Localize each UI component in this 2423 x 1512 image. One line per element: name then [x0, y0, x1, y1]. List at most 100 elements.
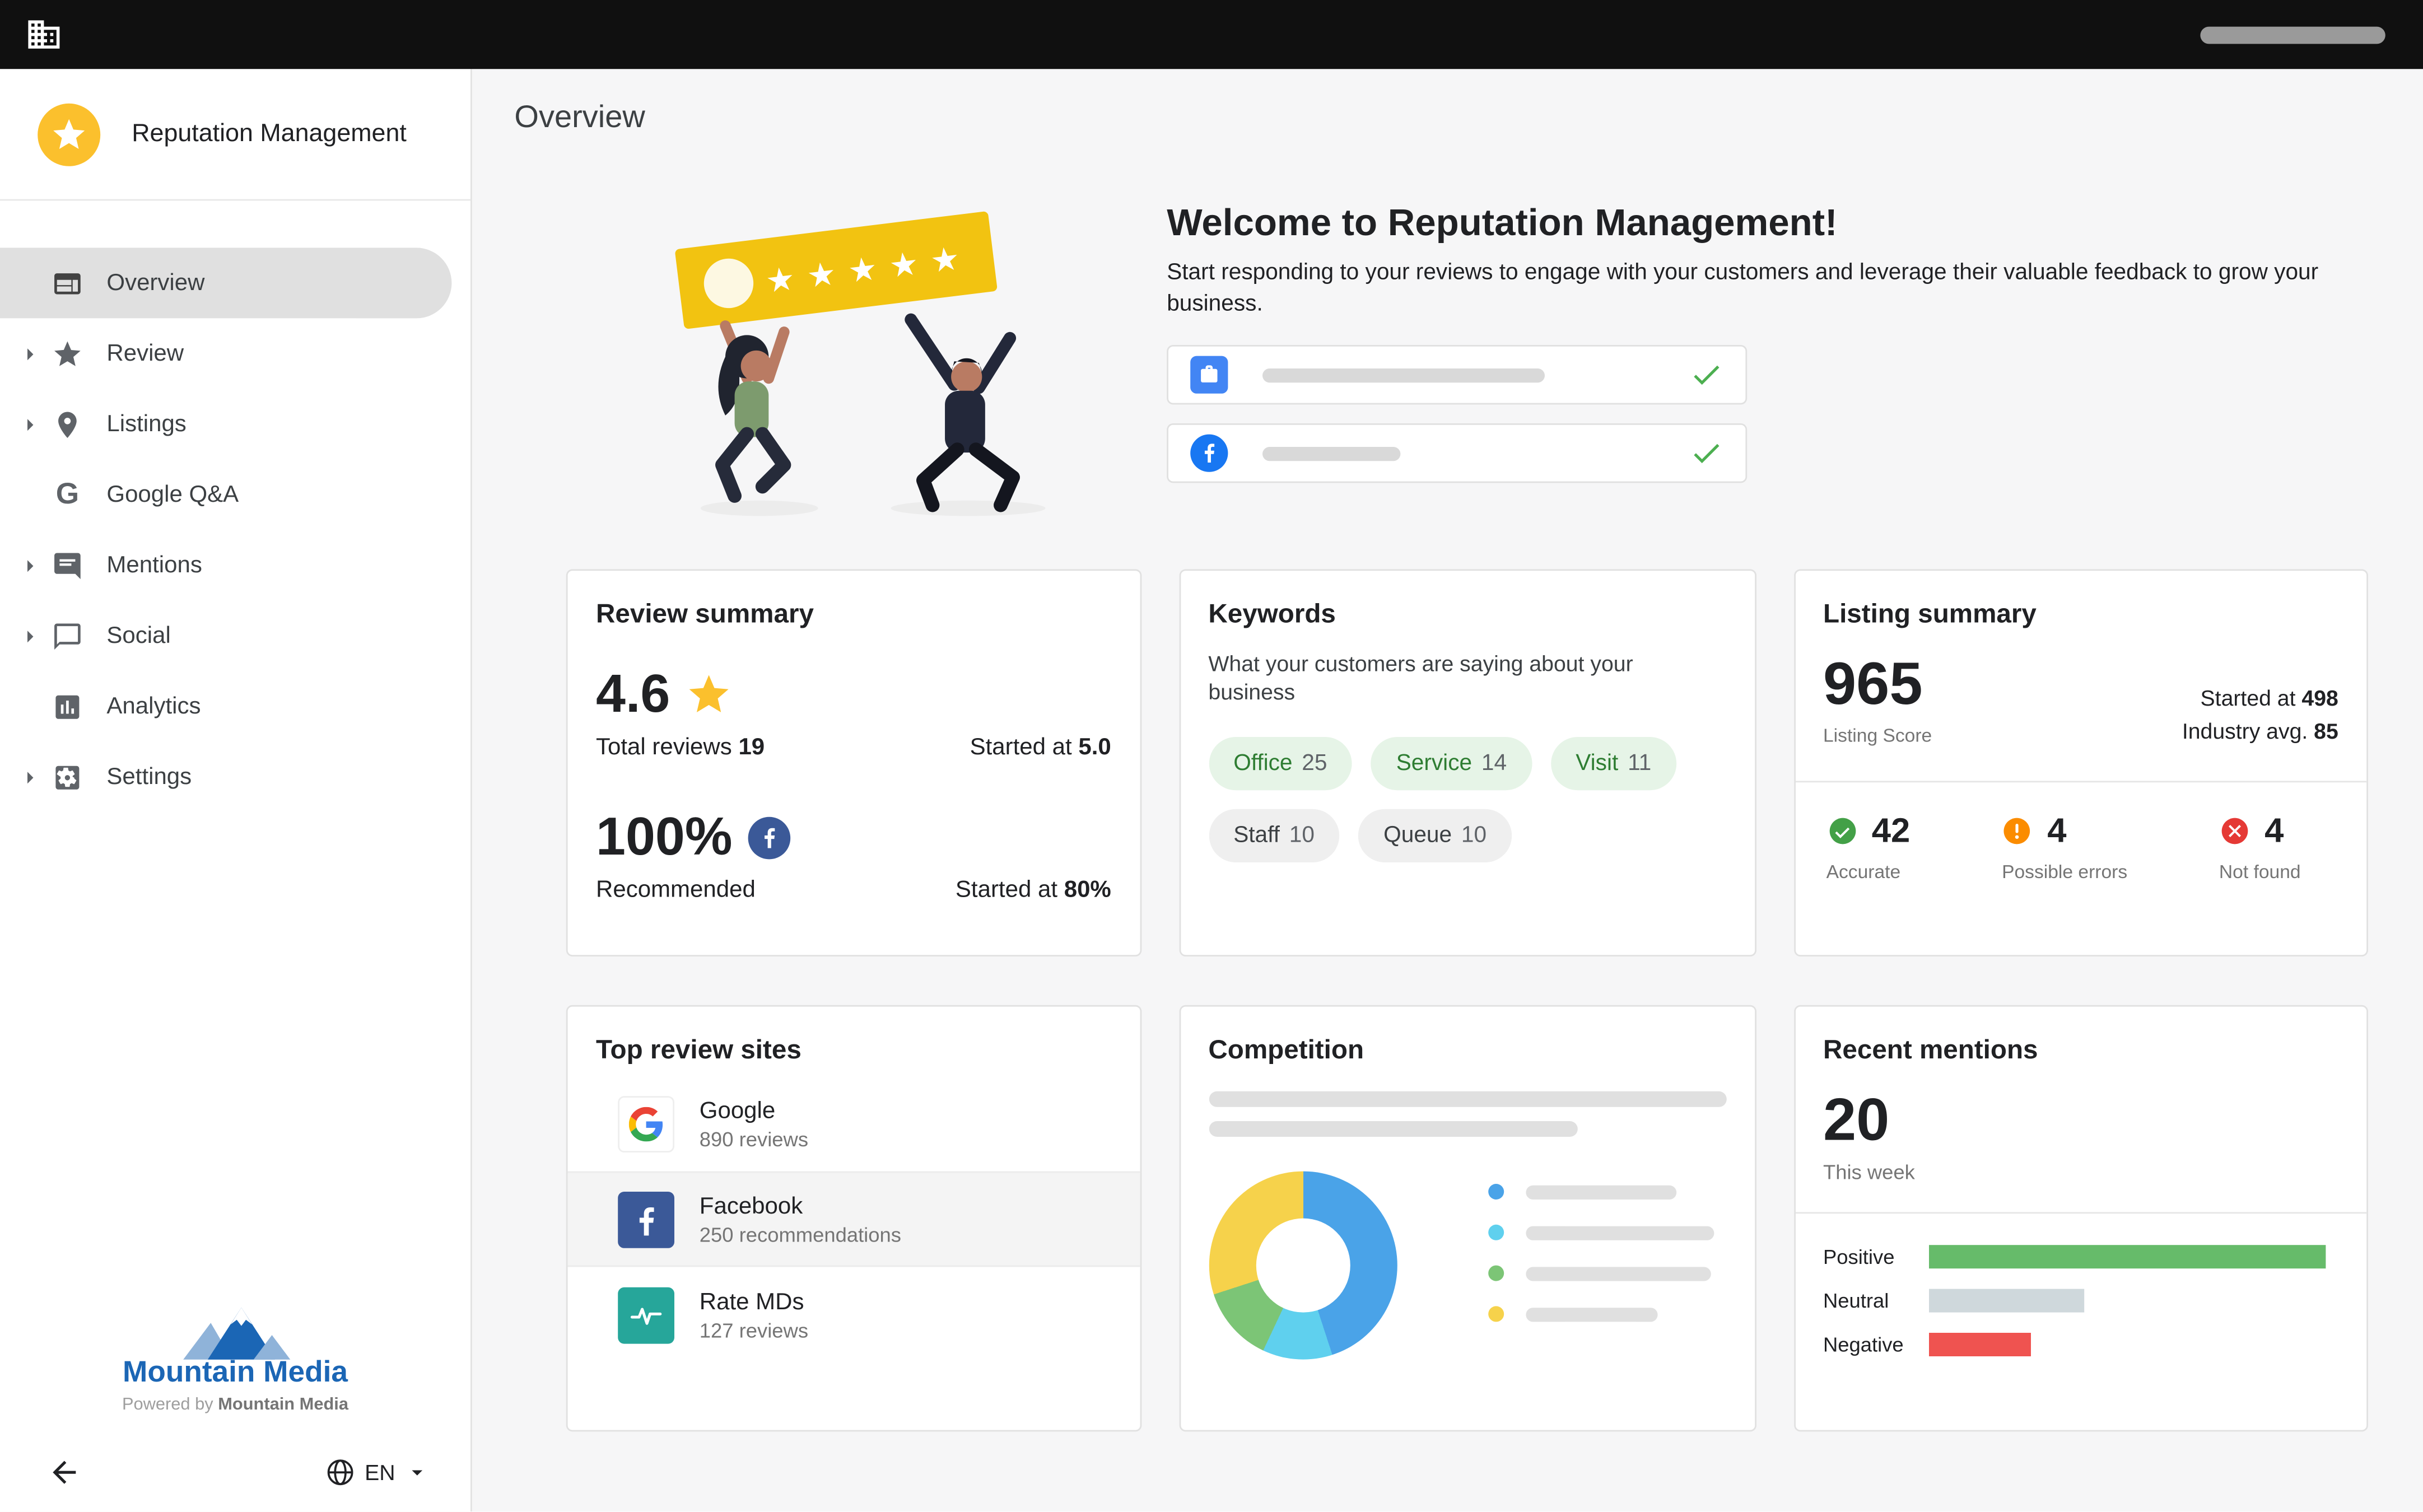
recommended-label: Recommended: [596, 876, 756, 903]
redacted-legend-label: [1525, 1307, 1657, 1321]
stat-accurate: 42 Accurate: [1826, 811, 1911, 883]
site-row-google[interactable]: Google 890 reviews: [568, 1076, 1140, 1172]
recommended-percent: 100%: [596, 811, 733, 864]
top-bar: [0, 0, 2423, 69]
google-business-icon: [1190, 356, 1228, 394]
topbar-placeholder: [2200, 26, 2385, 43]
ratemds-icon: [618, 1286, 674, 1343]
card-title: Competition: [1208, 1035, 1726, 1066]
legend-dot: [1488, 1306, 1503, 1322]
sidebar-item-settings[interactable]: Settings: [0, 741, 451, 812]
chevron-right-icon: [16, 339, 50, 367]
average-rating: 4.6: [596, 668, 670, 721]
success-icon: [1826, 815, 1858, 847]
chevron-down-icon: [404, 1460, 430, 1485]
app-brand: Reputation Management: [0, 69, 470, 200]
checklist-item-google-business[interactable]: [1167, 345, 1747, 404]
check-icon: [1689, 436, 1724, 471]
sentiment-bar: [1928, 1245, 2326, 1268]
listing-score-label: Listing Score: [1823, 725, 1932, 746]
main-content: Overview ★★★★★: [472, 69, 2423, 1511]
facebook-icon: [1190, 435, 1228, 472]
keyword-pill[interactable]: Service14: [1371, 738, 1532, 791]
divider: [1795, 1212, 2367, 1214]
sidebar-item-review[interactable]: Review: [0, 318, 451, 389]
redacted-text-bar: [1262, 368, 1545, 382]
redacted-text-bar: [1208, 1091, 1726, 1107]
chevron-right-icon: [16, 551, 50, 579]
redacted-legend-label: [1525, 1225, 1713, 1239]
comment-icon: [50, 548, 85, 583]
language-code: EN: [365, 1460, 395, 1485]
sentiment-bar: [1928, 1333, 2031, 1356]
globe-icon: [324, 1457, 355, 1488]
sidebar-item-label: Review: [106, 340, 184, 367]
legend-dot: [1488, 1266, 1503, 1281]
facebook-icon: [748, 816, 791, 858]
sidebar-menu: Overview Review Listings: [0, 248, 470, 812]
checklist-item-facebook[interactable]: [1167, 423, 1747, 483]
keyword-pill[interactable]: Staff10: [1208, 810, 1339, 863]
welcome-section: ★★★★★ Welcome t: [566, 190, 2423, 522]
language-selector[interactable]: EN: [324, 1457, 430, 1488]
chat-bubble-icon: [50, 619, 85, 654]
sidebar-footer: Mountain Media Powered by Mountain Media…: [0, 1298, 470, 1511]
gear-icon: [50, 760, 85, 795]
page-title: Overview: [514, 100, 2423, 136]
card-title: Recent mentions: [1823, 1035, 2338, 1066]
listing-stats: 42 Accurate 4 Possible errors: [1823, 782, 2338, 883]
competition-donut: [1208, 1172, 1396, 1360]
top-review-sites-card: Top review sites Google 890 reviews: [566, 1005, 1141, 1432]
sidebar-item-google-qa[interactable]: G Google Q&A: [0, 459, 451, 530]
keyword-pill[interactable]: Office25: [1208, 738, 1352, 791]
listing-benchmarks: Started at 498 Industry avg. 85: [2182, 683, 2338, 746]
sidebar-item-overview[interactable]: Overview: [0, 248, 451, 318]
legend-dot: [1488, 1225, 1503, 1240]
sentiment-row: Negative: [1823, 1333, 2338, 1356]
mountain-icon: [174, 1298, 296, 1365]
sidebar-item-social[interactable]: Social: [0, 600, 451, 671]
welcome-text: Welcome to Reputation Management! Start …: [1167, 190, 2335, 522]
competition-legend: [1488, 1184, 1713, 1347]
google-icon: [618, 1095, 674, 1152]
sentiment-row: Neutral: [1823, 1289, 2338, 1313]
mentions-count: 20: [1823, 1091, 2338, 1151]
facebook-icon: [618, 1191, 674, 1248]
started-at-rating: Started at 5.0: [970, 734, 1111, 760]
welcome-body: Start responding to your reviews to enga…: [1167, 259, 2335, 320]
app-title: Reputation Management: [132, 120, 407, 148]
started-at-percent: Started at 80%: [956, 876, 1111, 903]
listing-score: 965: [1823, 655, 1932, 715]
sidebar-item-listings[interactable]: Listings: [0, 389, 451, 459]
keyword-pill[interactable]: Visit11: [1551, 738, 1677, 791]
chevron-right-icon: [16, 410, 50, 438]
sidebar-item-analytics[interactable]: Analytics: [0, 671, 451, 741]
building-icon[interactable]: [25, 14, 66, 55]
keyword-pill[interactable]: Queue10: [1358, 810, 1512, 863]
card-title: Review summary: [596, 599, 1111, 631]
mountain-media-logo: Mountain Media Powered by Mountain Media: [0, 1298, 470, 1414]
site-row-ratemds[interactable]: Rate MDs 127 reviews: [568, 1267, 1140, 1362]
star-icon: [50, 337, 85, 371]
site-row-facebook[interactable]: Facebook 250 recommendations: [568, 1172, 1140, 1267]
app-window: Reputation Management Overview Review: [0, 0, 2423, 1511]
warning-icon: [2002, 815, 2033, 847]
mentions-period: This week: [1823, 1160, 2338, 1184]
sidebar-item-mentions[interactable]: Mentions: [0, 530, 451, 600]
dashboard-icon: [50, 266, 85, 301]
check-icon: [1689, 358, 1724, 393]
star-icon: [686, 671, 733, 718]
google-g-icon: G: [50, 478, 85, 512]
sidebar: Reputation Management Overview Review: [0, 69, 472, 1511]
stat-not-found: 4 Not found: [2219, 811, 2301, 883]
sidebar-item-label: Listings: [106, 411, 186, 438]
legend-dot: [1488, 1184, 1503, 1200]
review-summary-card: Review summary 4.6 Total reviews 19 Star…: [566, 569, 1141, 956]
sidebar-bottom-bar: EN: [0, 1455, 470, 1490]
welcome-title: Welcome to Reputation Management!: [1167, 202, 2335, 246]
back-arrow-icon[interactable]: [47, 1455, 82, 1490]
location-pin-icon: [50, 407, 85, 442]
bar-chart-icon: [50, 689, 85, 724]
star-badge-icon: [38, 102, 100, 165]
stat-possible-errors: 4 Possible errors: [2002, 811, 2127, 883]
